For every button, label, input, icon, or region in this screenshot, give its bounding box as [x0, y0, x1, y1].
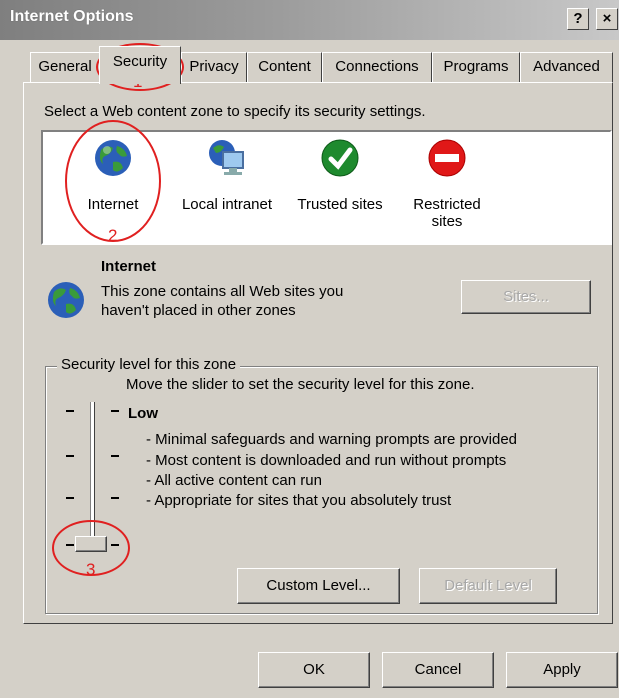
slider-tick	[111, 497, 119, 499]
zone-internet-label: Internet	[87, 196, 139, 213]
annotation-number-2: 2	[108, 226, 118, 245]
zone-description-line2: haven't placed in other zones	[101, 302, 296, 319]
level-bullet: - Most content is downloaded and run wit…	[146, 452, 507, 469]
tab-content[interactable]: Content	[247, 52, 322, 82]
help-button[interactable]: ?	[567, 8, 589, 30]
default-level-button[interactable]: Default Level	[419, 568, 557, 604]
tab-security[interactable]: Security	[99, 46, 181, 84]
level-bullet: - Minimal safeguards and warning prompts…	[146, 431, 518, 448]
slider-tick	[111, 455, 119, 457]
window-title: Internet Options	[10, 8, 134, 25]
tab-general[interactable]: General	[30, 52, 100, 82]
slider-tick	[111, 410, 119, 412]
tab-privacy[interactable]: Privacy	[181, 52, 247, 82]
tab-connections[interactable]: Connections	[322, 52, 432, 82]
zone-restricted-label-2: sites	[431, 213, 463, 230]
slider-track	[90, 402, 95, 548]
restricted-icon	[428, 139, 466, 177]
zone-list[interactable]: Internet Local intranet Trusted sites Re…	[41, 130, 612, 245]
slider-tick	[66, 455, 74, 457]
annotation-number-3: 3	[86, 560, 96, 579]
zone-local-intranet[interactable]: Local intranet	[172, 138, 282, 213]
zone-trusted-sites-label: Trusted sites	[297, 196, 383, 213]
sites-button[interactable]: Sites...	[461, 280, 591, 314]
custom-level-button[interactable]: Custom Level...	[237, 568, 400, 604]
level-bullet: - Appropriate for sites that you absolut…	[146, 492, 452, 509]
slider-instruction: Move the slider to set the security leve…	[126, 376, 475, 393]
security-level-slider-thumb[interactable]	[75, 536, 107, 552]
zone-restricted-sites[interactable]: Restricted sites	[401, 138, 493, 230]
zone-description-line1: This zone contains all Web sites you	[101, 283, 344, 300]
internet-options-window: Internet Options ? × General Security Pr…	[0, 0, 619, 698]
security-level-name: Low	[128, 405, 158, 422]
tab-programs[interactable]: Programs	[432, 52, 520, 82]
selected-zone-name: Internet	[101, 258, 157, 275]
title-bar[interactable]: Internet Options ? ×	[0, 0, 619, 40]
zone-restricted-label: Restricted	[413, 196, 481, 213]
slider-tick	[66, 410, 74, 412]
tab-advanced[interactable]: Advanced	[520, 52, 613, 82]
slider-tick	[111, 544, 119, 546]
zone-trusted-sites[interactable]: Trusted sites	[288, 138, 392, 213]
close-button[interactable]: ×	[596, 8, 618, 30]
checkmark-icon	[321, 139, 359, 177]
globe-icon	[48, 282, 84, 318]
apply-button[interactable]: Apply	[506, 652, 618, 688]
zone-internet[interactable]: Internet	[65, 138, 161, 213]
cancel-button[interactable]: Cancel	[382, 652, 494, 688]
slider-tick	[66, 544, 74, 546]
ok-button[interactable]: OK	[258, 652, 370, 688]
globe-icon	[95, 140, 131, 176]
security-level-legend: Security level for this zone	[57, 356, 241, 373]
intranet-icon	[209, 140, 244, 175]
slider-tick	[66, 497, 74, 499]
zone-instruction: Select a Web content zone to specify its…	[44, 103, 426, 120]
level-bullet: - All active content can run	[146, 472, 322, 489]
zone-local-intranet-label: Local intranet	[181, 196, 273, 213]
